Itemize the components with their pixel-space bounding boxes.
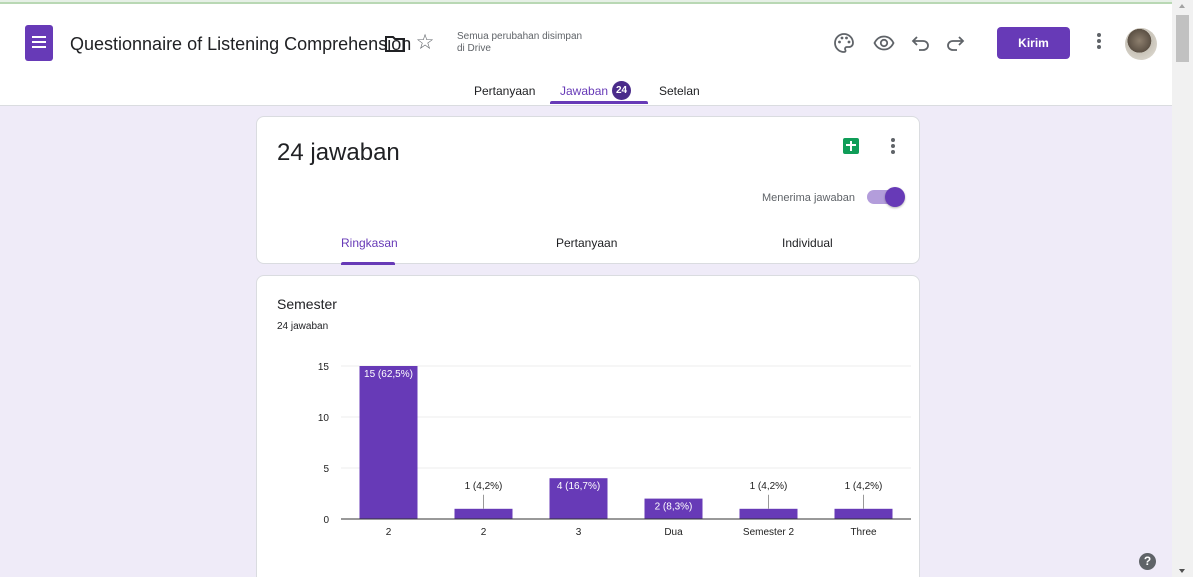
bar: [834, 508, 893, 519]
palette-icon[interactable]: [833, 32, 855, 54]
help-icon[interactable]: ?: [1139, 553, 1156, 570]
tab-responses[interactable]: Jawaban 24: [560, 81, 632, 102]
responses-count-badge: 24: [612, 81, 632, 100]
y-tick-label: 10: [318, 413, 330, 424]
x-tick-label: 2: [386, 527, 392, 538]
accepting-responses-label: Menerima jawaban: [762, 192, 855, 204]
subtab-individual[interactable]: Individual: [782, 236, 833, 250]
semester-bar-chart: 0 5 10 15 15 (62,5%) 2 1 (4,2%) 2 4 (16,7%) 3 2 (8…: [318, 362, 911, 538]
subtab-questions[interactable]: Pertanyaan: [556, 236, 617, 250]
responses-more-icon[interactable]: [891, 138, 895, 154]
form-title[interactable]: Questionnaire of Listening Comprehension: [70, 34, 411, 55]
bar-data-label: 1 (4,2%): [465, 481, 503, 492]
star-icon[interactable]: ☆: [414, 31, 436, 55]
scroll-up-arrow[interactable]: [1179, 4, 1185, 8]
more-vert-icon[interactable]: [1097, 33, 1101, 49]
bar-data-label: 2 (8,3%): [655, 502, 693, 513]
folder-icon[interactable]: [384, 34, 406, 54]
bar-data-label: 15 (62,5%): [364, 369, 413, 380]
y-tick-label: 0: [323, 515, 329, 526]
x-tick-label: 3: [576, 527, 582, 538]
active-tab-indicator: [550, 101, 648, 104]
active-subtab-indicator: [341, 262, 395, 265]
bar: [739, 508, 798, 519]
tab-settings[interactable]: Setelan: [659, 84, 700, 98]
scroll-down-arrow[interactable]: [1179, 569, 1185, 573]
x-tick-label: 2: [481, 527, 487, 538]
bar-data-label: 1 (4,2%): [845, 481, 883, 492]
undo-icon[interactable]: [910, 32, 932, 54]
save-status: Semua perubahan disimpan di Drive: [457, 31, 583, 54]
subtab-summary[interactable]: Ringkasan: [341, 236, 398, 250]
eye-icon[interactable]: [873, 32, 895, 54]
tab-responses-label: Jawaban: [560, 84, 609, 98]
responses-count-title: 24 jawaban: [277, 139, 400, 166]
redo-icon[interactable]: [944, 32, 966, 54]
scroll-thumb[interactable]: [1176, 15, 1189, 62]
question-summary-card: Semester 24 jawaban 0 5 10 15 15 (62,5%) 2 1 (…: [256, 275, 920, 577]
bar-data-label: 1 (4,2%): [750, 481, 788, 492]
forms-app-icon[interactable]: [25, 25, 53, 61]
scrollbar[interactable]: [1172, 0, 1193, 577]
accepting-responses-toggle[interactable]: [867, 187, 905, 207]
tab-questions[interactable]: Pertanyaan: [474, 84, 535, 98]
bar: [454, 508, 513, 519]
bar: [359, 366, 418, 519]
y-tick-label: 15: [318, 362, 330, 373]
x-tick-label: Semester 2: [743, 527, 795, 538]
header-bar: Questionnaire of Listening Comprehension…: [0, 4, 1172, 106]
send-button[interactable]: Kirim: [997, 27, 1070, 59]
x-tick-label: Three: [850, 527, 877, 538]
responses-summary-card: 24 jawaban Menerima jawaban Ringkasan Pe…: [256, 116, 920, 265]
y-tick-label: 5: [323, 464, 329, 475]
avatar[interactable]: [1125, 28, 1157, 60]
x-tick-label: Dua: [664, 527, 683, 538]
bar-data-label: 4 (16,7%): [557, 481, 600, 492]
sheets-icon[interactable]: [843, 138, 859, 154]
